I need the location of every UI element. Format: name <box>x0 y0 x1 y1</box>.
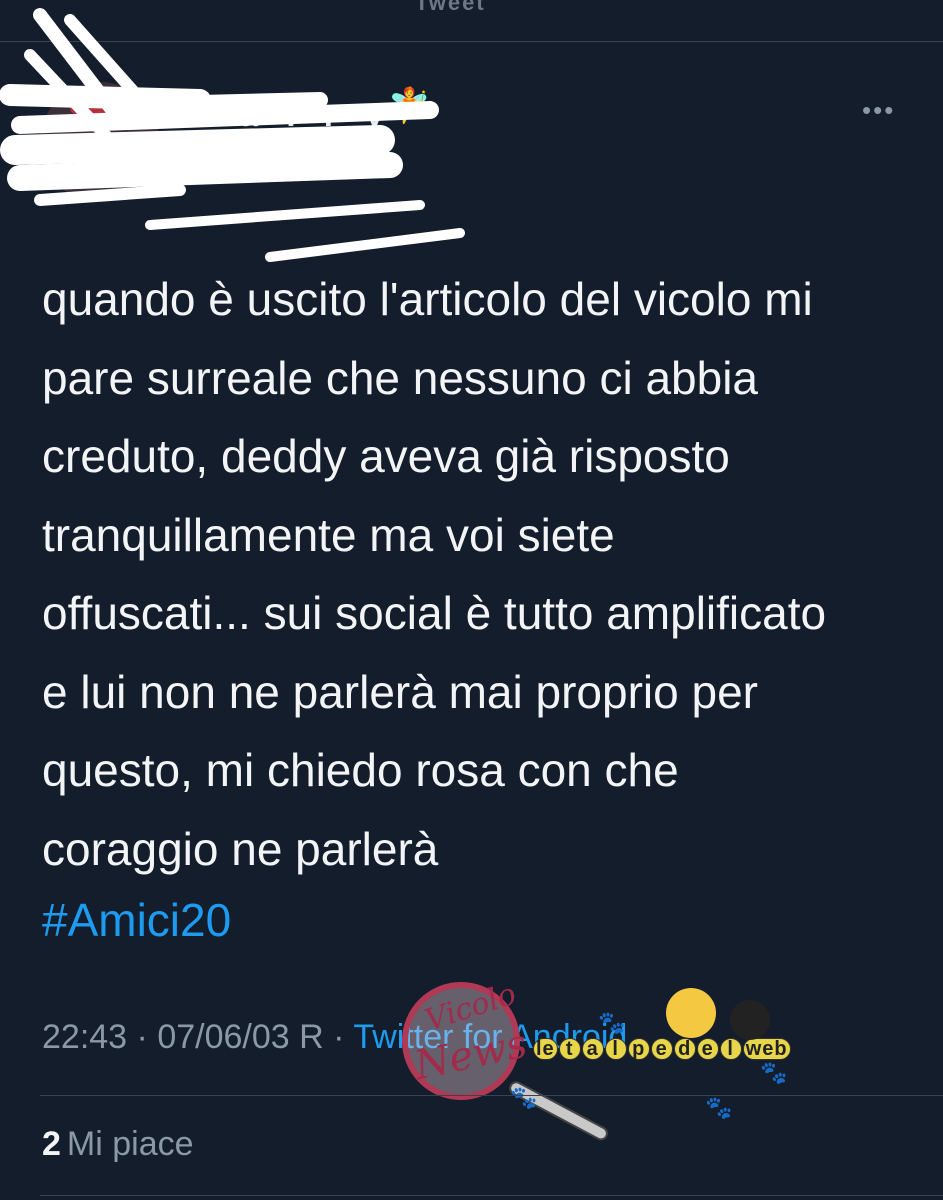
paw-icon: 🐾 <box>705 1095 733 1120</box>
watermark-strip-letter: d <box>673 1038 696 1060</box>
hashtag-link[interactable]: #Amici20 <box>42 881 231 959</box>
paw-icon: 🐾 <box>510 1085 538 1110</box>
watermark-strip-letter: web <box>742 1038 791 1060</box>
paw-icon: 🐾 <box>598 1010 626 1035</box>
likes-count: 2 <box>42 1125 61 1163</box>
paw-icon: 🐾 <box>760 1060 788 1085</box>
tweet-date: 07/06/03 R <box>157 1018 324 1056</box>
tweet-detail-screen: Tweet fairy 🧚 love_ ••• quando è uscito … <box>0 0 943 1200</box>
divider <box>40 1095 943 1096</box>
cartoon-face-icon <box>666 988 716 1038</box>
watermark-logo: Vicolo News le t a l p e d e l web 🐾 🐾 🐾 🐾 <box>350 960 800 1143</box>
tweet-author: fairy 🧚 love_ ••• <box>0 0 943 262</box>
likes-label: Mi piace <box>66 1125 194 1163</box>
likes-stat[interactable]: 2 Mi piace <box>42 1125 194 1164</box>
tweet-time: 22:43 <box>42 1018 128 1056</box>
watermark-strip-letter: l <box>604 1038 627 1060</box>
tweet-text: quando è uscito l'articolo del vicolo mi… <box>42 273 827 875</box>
meta-separator: · <box>333 1018 345 1056</box>
redaction-scribble <box>0 8 465 262</box>
watermark-strip-letter: l <box>719 1038 742 1060</box>
watermark-strip-letter: le <box>533 1038 558 1060</box>
watermark-strip-letter: e <box>696 1038 719 1060</box>
more-horizontal-icon[interactable]: ••• <box>862 97 902 123</box>
watermark-strip-letter: p <box>627 1038 650 1060</box>
meta-separator: · <box>136 1018 148 1056</box>
watermark-strip: le t a l p e d e l web <box>533 1038 792 1061</box>
watermark-strip-letter: t <box>558 1038 581 1060</box>
divider <box>40 1195 943 1196</box>
cartoon-face-icon <box>730 1000 770 1040</box>
watermark-strip-letter: a <box>581 1038 604 1060</box>
watermark-strip-letter: e <box>650 1038 673 1060</box>
